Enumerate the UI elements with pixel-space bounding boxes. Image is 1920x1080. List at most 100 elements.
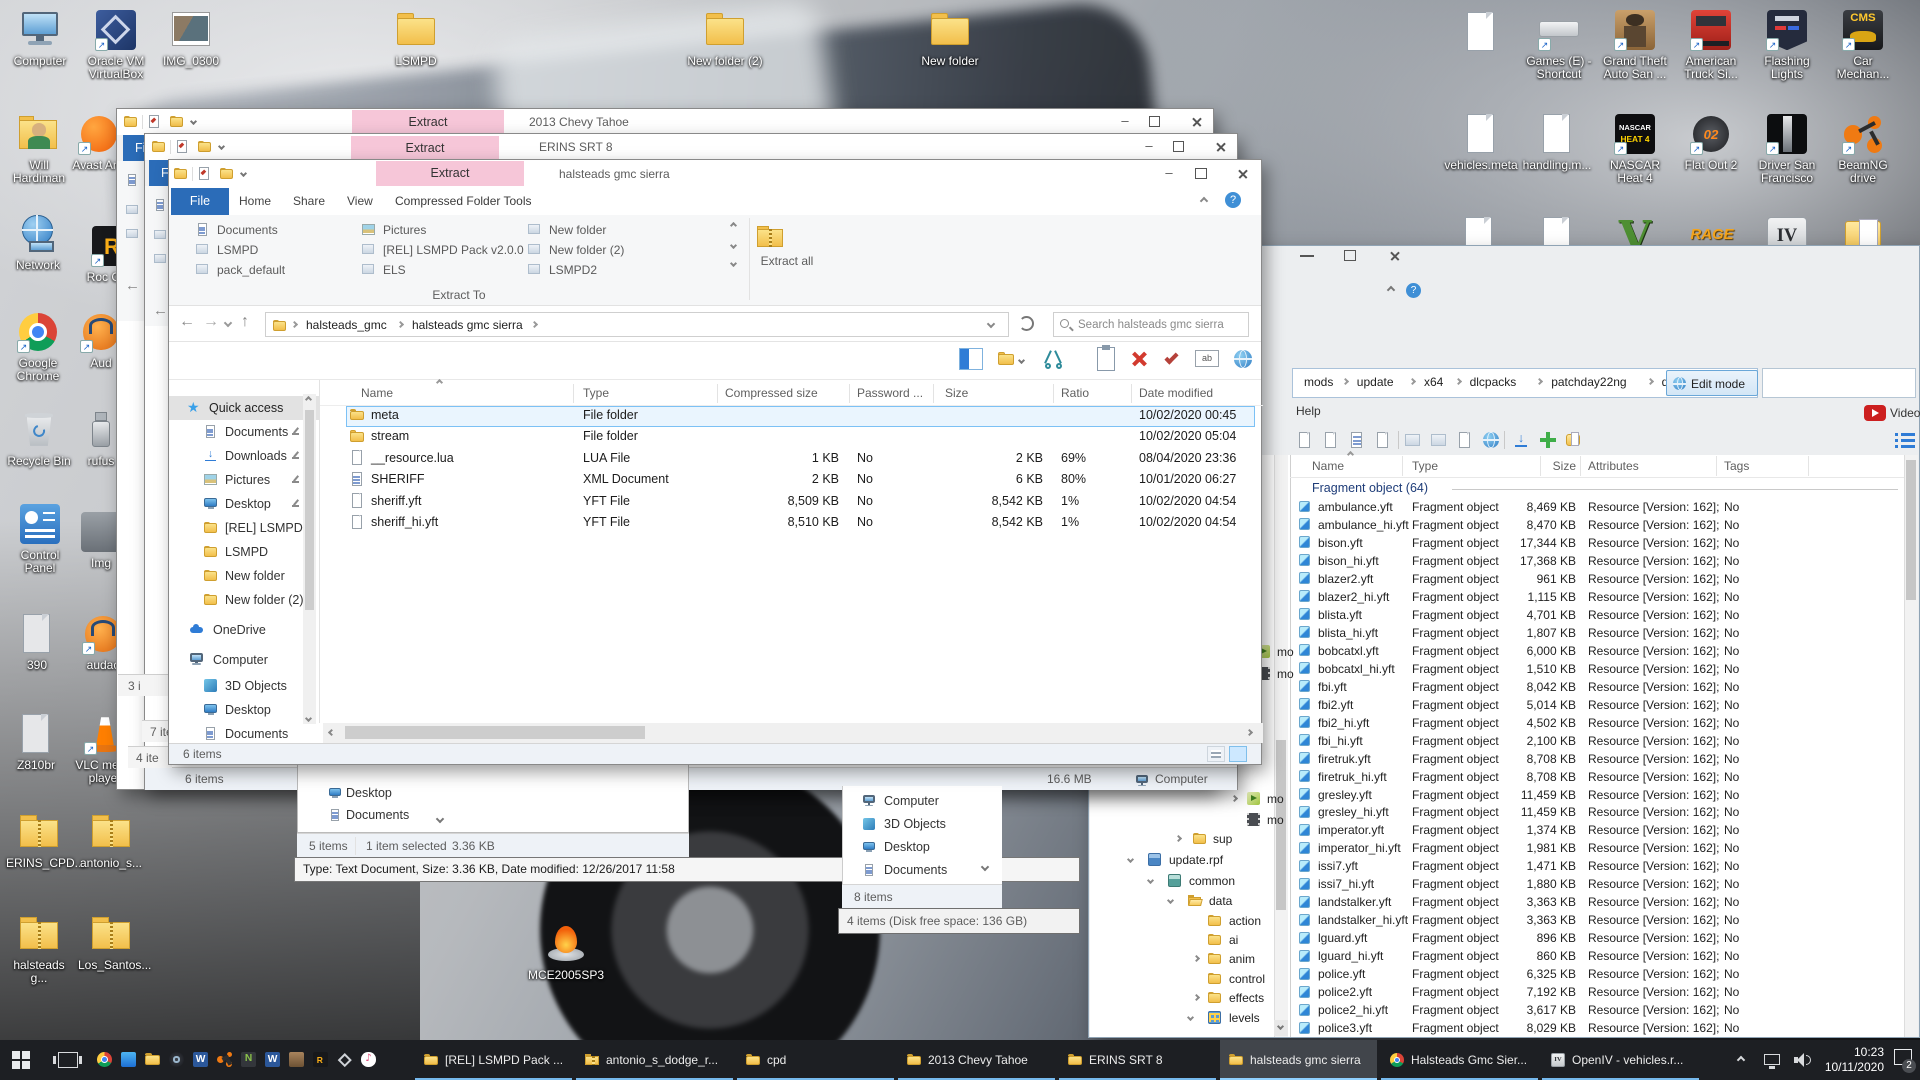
extract-destination[interactable]: Documents [217,223,278,237]
openiv-row-name[interactable]: gresley.yft [1318,788,1372,802]
openiv-row-name[interactable]: issi7.yft [1318,859,1358,873]
qat-folder-icon[interactable] [123,114,138,129]
extract-destination[interactable]: New folder [549,223,606,237]
tree-item-data[interactable]: data [1209,894,1232,908]
tahoe-titlebar[interactable] [117,109,1213,135]
desktop-icon[interactable]: Z810br [6,712,66,772]
erins-titlebar[interactable] [145,134,1237,160]
tree-item-effects[interactable]: effects [1229,991,1264,1005]
openiv-vscroll-thumb[interactable] [1906,460,1916,600]
qat-folder-icon[interactable] [173,166,188,181]
extract-destination[interactable]: New folder (2) [549,243,624,257]
lower-sidebar-item[interactable]: Documents [346,808,409,822]
desktop-icon[interactable]: vehicles.meta [1442,112,1520,172]
desktop-icon[interactable]: Recycle Bin [6,408,72,468]
tree-item-mo[interactable]: mo [1267,792,1284,806]
extract-destination[interactable]: pack_default [217,263,285,277]
taskbar-pinned-music[interactable]: ♪ [360,1051,377,1068]
openiv-row-name[interactable]: police.yft [1318,967,1365,981]
tahoe-close-button[interactable] [1179,109,1215,135]
file-cell[interactable]: sheriff.yft [371,494,421,508]
desktop-icon[interactable]: antonio_s... [78,810,144,870]
hscroll-thumb[interactable] [345,726,645,739]
taskbar-pinned-chrome[interactable] [96,1051,113,1068]
taskbar-button[interactable]: 2013 Chevy Tahoe [898,1040,1055,1080]
column-header-compressed-size[interactable]: Compressed size [725,386,818,400]
openiv-row-name[interactable]: landstalker.yft [1318,895,1391,909]
desktop-icon[interactable]: ↗American Truck Si... [1676,8,1746,81]
desktop-icon[interactable]: Computer [8,8,72,68]
tree-item-mo[interactable]: mo [1277,667,1294,681]
openiv-column-name[interactable]: Name [1312,459,1344,473]
tree-item-levels[interactable]: levels [1229,1011,1260,1025]
extract-destination[interactable]: ELS [383,263,406,277]
sidebar-folder[interactable]: [REL] LSMPD Pa [225,521,315,535]
hscroll-left-icon[interactable] [328,729,335,736]
file-cell[interactable]: sheriff_hi.yft [371,515,438,529]
openiv-row-name[interactable]: blazer2.yft [1318,572,1373,586]
openiv-row-name[interactable]: blista_hi.yft [1318,626,1378,640]
openiv-row-name[interactable]: bobcatxl.yft [1318,644,1379,658]
taskbar-button[interactable]: [REL] LSMPD Pack ... [415,1040,572,1080]
tab-home[interactable]: Home [239,194,271,208]
desktop-icon[interactable]: ↗Google Chrome [4,310,72,383]
tree-scroll-down-button[interactable] [1274,1020,1288,1036]
taskbar-pinned-rockstar[interactable]: R [312,1051,329,1068]
tree-item-sup[interactable]: sup [1213,832,1232,846]
taskbar-pinned-diamond[interactable] [336,1051,353,1068]
qat-folder-icon[interactable] [197,139,212,154]
address-dropdown-icon[interactable] [987,320,995,328]
tab-view[interactable]: View [347,194,373,208]
openiv-column-attributes[interactable]: Attributes [1588,459,1639,473]
tab-file[interactable]: File [171,188,229,215]
main-maximize-button[interactable] [1195,168,1207,179]
file-cell[interactable]: meta [371,408,399,422]
sidebar-folder[interactable]: New folder (2) [225,593,304,607]
taskbar-button[interactable]: halsteads gmc sierra [1220,1040,1377,1080]
qat-folder-icon[interactable] [151,139,166,154]
openiv-toolbar-icon[interactable] [1430,431,1448,449]
desktop-icon[interactable]: Los_Santos... [78,912,144,972]
sidebar-item-downloads[interactable]: Downloads [225,449,287,463]
delete-icon[interactable] [1129,348,1151,370]
openiv-toolbar-icon[interactable] [1374,431,1392,449]
tree-item-common[interactable]: common [1189,874,1235,888]
taskbar-button[interactable]: antonio_s_dodge_r... [576,1040,733,1080]
openiv-row-name[interactable]: ambulance_hi.yft [1318,518,1409,532]
openiv-toolbar-icon[interactable] [1296,431,1314,449]
ribbon-scroll-icon[interactable] [730,222,737,229]
sidebar-item-documents[interactable]: Documents [225,727,288,741]
openiv-row-name[interactable]: imperator.yft [1318,823,1384,837]
taskbar-button[interactable]: ERINS SRT 8 [1059,1040,1216,1080]
taskbar-pinned-notepad[interactable]: N [240,1051,257,1068]
sidebar-quick-access[interactable]: ★Quick access [169,396,319,420]
file-cell[interactable]: SHERIFF [371,472,424,486]
view-thumbnails-icon[interactable] [1229,746,1247,762]
tree-item-control[interactable]: control [1229,972,1265,986]
tree-item-ai[interactable]: ai [1229,933,1238,947]
tahoe-minimize-button[interactable]: – [1107,109,1143,135]
openiv-column-size[interactable]: Size [1526,459,1576,473]
taskbar-pinned-explorer[interactable] [144,1051,161,1068]
view-list-icon[interactable] [1207,746,1225,762]
extract-destination[interactable]: [REL] LSMPD Pack v2.0.0 [383,243,524,257]
main-close-button[interactable] [1223,160,1263,187]
sidebar-item-desktop[interactable]: Desktop [225,703,271,717]
openiv-row-name[interactable]: police2_hi.yft [1318,1003,1388,1017]
desktop-icon[interactable]: New folder [916,8,984,68]
openiv-edit-mode-button[interactable]: Edit mode [1666,370,1758,396]
column-header-size[interactable]: Size [945,386,968,400]
tahoe-maximize-button[interactable] [1149,116,1160,127]
openiv-row-name[interactable]: gresley_hi.yft [1318,805,1389,819]
openiv-toolbar-icon[interactable]: ↓ [1512,431,1530,449]
erins-maximize-button[interactable] [1173,141,1184,152]
openiv-row-name[interactable]: fbi2.yft [1318,698,1353,712]
openiv-help-menu[interactable]: Help [1296,404,1321,418]
openiv-column-tags[interactable]: Tags [1724,459,1749,473]
openiv-row-name[interactable]: firetruk_hi.yft [1318,770,1387,784]
desktop-icon[interactable]: IMG_0300 [155,8,227,68]
extract-all-button[interactable]: Extract all [755,218,819,302]
desktop-icon[interactable]: ERINS_CPD... [6,810,72,870]
extract-destination[interactable]: LSMPD2 [549,263,597,277]
openiv-row-name[interactable]: bison_hi.yft [1318,554,1379,568]
